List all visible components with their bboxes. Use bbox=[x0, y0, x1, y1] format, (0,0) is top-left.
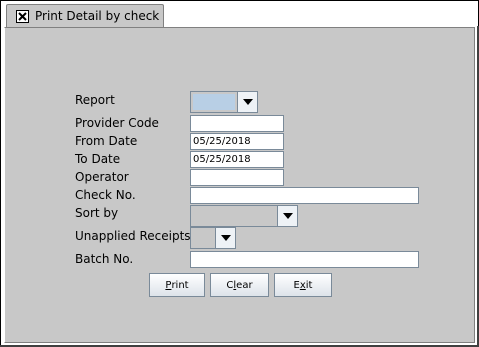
unapplied-receipts-label: Unapplied Receipts bbox=[75, 229, 191, 243]
exit-button-label-end: it bbox=[305, 279, 313, 291]
check-no-label: Check No. bbox=[75, 188, 136, 202]
clear-button-label-start: C bbox=[226, 279, 234, 291]
unapplied-receipts-select-value bbox=[191, 228, 215, 248]
provider-code-label: Provider Code bbox=[75, 116, 159, 130]
sort-by-select-value bbox=[191, 206, 277, 226]
clear-button[interactable]: Cl ear bbox=[210, 273, 269, 297]
operator-field[interactable] bbox=[190, 169, 284, 186]
chevron-down-icon[interactable] bbox=[277, 206, 297, 226]
print-button-label: rint bbox=[171, 279, 189, 291]
provider-code-field[interactable] bbox=[190, 115, 284, 132]
batch-no-field[interactable] bbox=[190, 251, 419, 268]
tab-strip: Print Detail by check bbox=[2, 2, 477, 27]
from-date-field[interactable]: 05/25/2018 bbox=[190, 133, 284, 150]
exit-button[interactable]: Ex it bbox=[274, 273, 332, 297]
clear-button-label-end: ear bbox=[236, 279, 253, 291]
to-date-field[interactable]: 05/25/2018 bbox=[190, 151, 284, 168]
chevron-down-icon[interactable] bbox=[215, 228, 235, 248]
report-select[interactable] bbox=[190, 91, 258, 113]
close-icon[interactable] bbox=[16, 9, 29, 23]
report-select-value bbox=[193, 94, 235, 110]
print-button[interactable]: Print bbox=[149, 273, 205, 297]
sort-by-select[interactable] bbox=[190, 205, 298, 227]
chevron-down-icon[interactable] bbox=[237, 92, 257, 112]
tab-print-detail-by-check[interactable]: Print Detail by check bbox=[6, 4, 164, 27]
operator-label: Operator bbox=[75, 170, 129, 184]
sort-by-label: Sort by bbox=[75, 206, 119, 220]
batch-no-label: Batch No. bbox=[75, 252, 134, 266]
check-no-field[interactable] bbox=[190, 187, 419, 204]
tab-title: Print Detail by check bbox=[35, 9, 160, 23]
to-date-label: To Date bbox=[75, 152, 121, 166]
report-label: Report bbox=[75, 93, 115, 107]
unapplied-receipts-select[interactable] bbox=[190, 227, 236, 249]
from-date-label: From Date bbox=[75, 134, 138, 148]
